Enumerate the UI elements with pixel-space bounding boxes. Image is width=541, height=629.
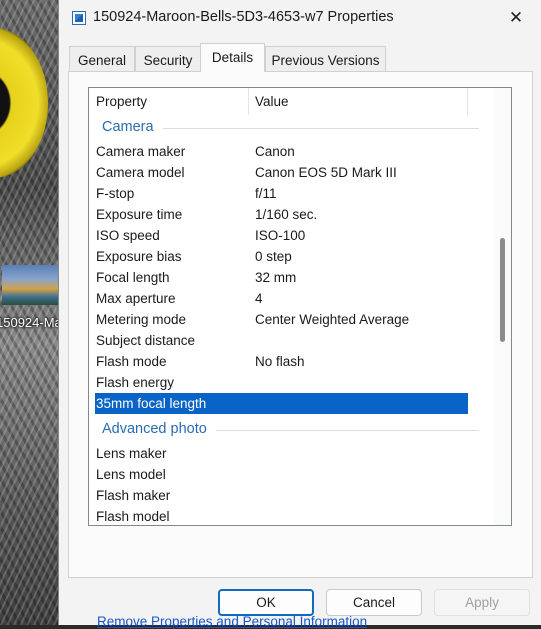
property-value: 1/160 sec.: [255, 207, 318, 222]
list-row[interactable]: Flash mode No flash: [95, 351, 468, 372]
property-name: Camera maker: [96, 144, 186, 159]
property-name: Exposure bias: [96, 249, 182, 264]
title-bar[interactable]: 150924-Maroon-Bells-5D3-4653-w7 Properti…: [59, 0, 541, 36]
property-value: f/11: [255, 186, 277, 201]
image-file-icon: [72, 11, 86, 25]
tab-details[interactable]: Details: [200, 43, 265, 72]
property-name: 35mm focal length: [96, 396, 207, 411]
property-name: Flash model: [96, 509, 170, 524]
list-row[interactable]: Lens model: [95, 464, 468, 485]
property-value: Center Weighted Average: [255, 312, 410, 327]
property-value: 0 step: [255, 249, 292, 264]
property-name: Subject distance: [96, 333, 196, 348]
list-row[interactable]: Flash maker: [95, 485, 468, 506]
details-panel: Property Value Camera Camera maker Canon …: [68, 71, 533, 629]
group-header-advanced-photo[interactable]: Advanced photo: [102, 419, 207, 440]
list-row[interactable]: Flash model: [95, 506, 468, 525]
list-row[interactable]: Camera maker Canon: [95, 141, 468, 162]
list-row[interactable]: Camera model Canon EOS 5D Mark III: [95, 162, 468, 183]
property-name: Flash mode: [96, 354, 167, 369]
group-header-camera[interactable]: Camera: [102, 117, 154, 138]
property-name: Lens model: [96, 467, 166, 482]
property-value: Canon EOS 5D Mark III: [255, 165, 397, 180]
property-name: ISO speed: [96, 228, 160, 243]
vertical-scrollbar[interactable]: [494, 88, 511, 525]
property-name: Flash maker: [96, 488, 171, 503]
property-value: 4: [255, 291, 263, 306]
ok-button[interactable]: OK: [218, 589, 314, 616]
column-header-value[interactable]: Value: [248, 88, 468, 115]
tab-general[interactable]: General: [69, 46, 135, 71]
remove-properties-link[interactable]: Remove Properties and Personal Informati…: [97, 614, 367, 629]
owl-eye-wallpaper: [0, 28, 48, 178]
list-row[interactable]: Flash energy: [95, 372, 468, 393]
property-value: Canon: [255, 144, 295, 159]
property-name: Camera model: [96, 165, 185, 180]
list-row[interactable]: Max aperture 4: [95, 288, 468, 309]
property-name: Focal length: [96, 270, 170, 285]
property-value: 32 mm: [255, 270, 297, 285]
list-row[interactable]: Metering mode Center Weighted Average: [95, 309, 468, 330]
property-name: Max aperture: [96, 291, 176, 306]
list-row[interactable]: Subject distance: [95, 330, 468, 351]
property-name: Lens maker: [96, 446, 167, 461]
property-list[interactable]: Property Value Camera Camera maker Canon …: [88, 87, 512, 526]
dialog-title: 150924-Maroon-Bells-5D3-4653-w7 Properti…: [93, 9, 394, 25]
desktop-background: 150924-Ma: [0, 0, 60, 625]
list-row[interactable]: Exposure bias 0 step: [95, 246, 468, 267]
list-row[interactable]: Focal length 32 mm: [95, 267, 468, 288]
list-row[interactable]: Exposure time 1/160 sec.: [95, 204, 468, 225]
property-value: No flash: [255, 354, 305, 369]
tab-security[interactable]: Security: [135, 46, 201, 71]
property-name: Exposure time: [96, 207, 183, 222]
property-value: ISO-100: [255, 228, 306, 243]
property-name: F-stop: [96, 186, 135, 201]
list-row[interactable]: Lens maker: [95, 443, 468, 464]
list-row[interactable]: ISO speed ISO-100: [95, 225, 468, 246]
property-name: Flash energy: [96, 375, 175, 390]
list-row-selected[interactable]: 35mm focal length: [95, 393, 468, 414]
group-divider: [216, 430, 479, 431]
group-divider: [163, 128, 479, 129]
image-thumbnail-icon: [2, 265, 60, 305]
cancel-button[interactable]: Cancel: [326, 589, 422, 616]
desktop-file-icon[interactable]: 150924-Ma: [0, 265, 60, 330]
column-header-property[interactable]: Property: [89, 88, 249, 115]
scrollbar-thumb[interactable]: [500, 238, 505, 342]
tab-previous-versions[interactable]: Previous Versions: [265, 46, 386, 71]
list-row[interactable]: F-stop f/11: [95, 183, 468, 204]
properties-dialog: 150924-Maroon-Bells-5D3-4653-w7 Properti…: [58, 0, 541, 629]
apply-button[interactable]: Apply: [434, 589, 530, 616]
property-name: Metering mode: [96, 312, 187, 327]
close-button[interactable]: ✕: [499, 3, 533, 33]
desktop-file-label: 150924-Ma: [0, 315, 60, 330]
